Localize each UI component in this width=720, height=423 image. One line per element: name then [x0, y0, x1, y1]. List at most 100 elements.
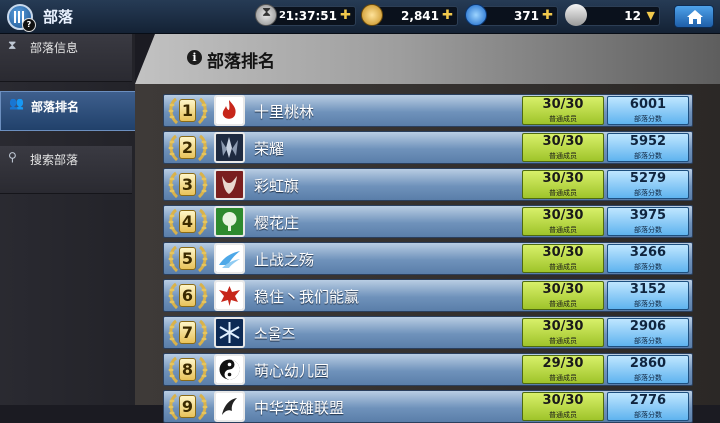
panel-title: 部落排名: [207, 52, 275, 72]
member-count-badge: 30/30 普通成员: [522, 244, 604, 273]
clan-score-badge: 3975 部落分数: [607, 207, 689, 236]
rank-number: 5: [179, 247, 196, 270]
table-row[interactable]: 8 萌心幼儿园 29/30 普通成员 2860 部落分数: [163, 353, 693, 386]
clan-emblem: [214, 95, 245, 126]
table-row[interactable]: 1 十里桃林 30/30 普通成员 6001 部落分数: [163, 94, 693, 127]
table-row[interactable]: 2 荣耀 30/30 普通成员 5952 部落分数: [163, 131, 693, 164]
help-icon[interactable]: ?: [22, 18, 36, 32]
gem-resource[interactable]: 371 ✚: [460, 0, 558, 31]
chevron-down-icon[interactable]: ▼: [647, 9, 655, 22]
rank-number: 1: [179, 99, 196, 122]
tree-icon: [216, 208, 243, 235]
rank-number: 8: [179, 358, 196, 381]
clan-score-badge: 5279 部落分数: [607, 170, 689, 199]
member-count-badge: 30/30 普通成员: [522, 207, 604, 236]
info-icon: i: [187, 50, 202, 65]
table-row[interactable]: 6 稳住丶我们能赢 30/30 普通成员 3152 部落分数: [163, 279, 693, 312]
table-row[interactable]: 7 소울즈 30/30 普通成员 2906 部落分数: [163, 316, 693, 349]
member-count-label: 普通成员: [549, 300, 577, 308]
member-count-label: 普通成员: [549, 263, 577, 271]
clan-emblem: [214, 354, 245, 385]
member-count-badge: 30/30 普通成员: [522, 133, 604, 162]
clan-score-badge: 2776 部落分数: [607, 392, 689, 421]
member-count-badge: 30/30 普通成员: [522, 96, 604, 125]
snowflake-icon: [216, 319, 243, 346]
clan-emblem: [214, 206, 245, 237]
member-count-label: 普通成员: [549, 152, 577, 160]
clan-score: 2776: [629, 393, 667, 408]
search-icon: ⚲: [8, 150, 17, 164]
member-count: 30/30: [542, 97, 584, 112]
clan-emblem: [214, 132, 245, 163]
horned-skull-icon: [216, 171, 243, 198]
table-row[interactable]: 9 中华英雄联盟 30/30 普通成员 2776 部落分数: [163, 390, 693, 423]
group-icon: 👥: [9, 96, 24, 110]
member-count: 30/30: [542, 171, 584, 186]
clan-emblem: [214, 317, 245, 348]
panel-header: i 部落排名: [135, 34, 720, 84]
rank-number: 9: [179, 395, 196, 418]
member-count-label: 普通成员: [549, 337, 577, 345]
clan-name: 止战之殇: [254, 251, 315, 269]
clan-score-label: 部落分数: [634, 263, 662, 271]
clan-score: 3266: [629, 245, 667, 260]
trophy-icon: [565, 4, 587, 26]
gold-plus-button[interactable]: ✚: [442, 8, 453, 23]
clan-score: 2906: [629, 319, 667, 334]
clan-score-label: 部落分数: [634, 115, 662, 123]
rank-number: 3: [179, 173, 196, 196]
rank-number: 2: [179, 136, 196, 159]
timer-plus-button[interactable]: ✚: [340, 8, 351, 23]
member-count-badge: 30/30 普通成员: [522, 318, 604, 347]
clan-name: 稳住丶我们能赢: [254, 288, 360, 306]
table-row[interactable]: 4 樱花庄 30/30 普通成员 3975 部落分数: [163, 205, 693, 238]
clan-score: 3975: [629, 208, 667, 223]
eagle-icon: [216, 282, 243, 309]
page-title: 部落: [43, 8, 74, 26]
clan-emblem: [214, 391, 245, 422]
trophy-resource[interactable]: 12 ▼: [565, 4, 660, 26]
clan-emblem: [214, 280, 245, 311]
home-button[interactable]: [674, 5, 714, 28]
member-count: 30/30: [542, 393, 584, 408]
clan-score: 2860: [629, 356, 667, 371]
clan-icon[interactable]: ?: [7, 4, 36, 32]
rank-badge: 9: [166, 392, 210, 421]
member-count: 29/30: [542, 356, 584, 371]
sidebar-item-clan-info[interactable]: ⧗ 部落信息: [0, 34, 132, 82]
clan-score-badge: 5952 部落分数: [607, 133, 689, 162]
timer-resource[interactable]: ⧗ 2 1:37:51 ✚: [255, 4, 356, 26]
clan-score-label: 部落分数: [634, 152, 662, 160]
yin-yang-icon: [216, 356, 243, 383]
rank-badge: 2: [166, 133, 210, 162]
trophy-value: 12: [624, 9, 641, 23]
clan-score-label: 部落分数: [634, 300, 662, 308]
gold-resource[interactable]: 2,841 ✚: [361, 4, 458, 26]
sidebar-item-search-clan[interactable]: ⚲ 搜索部落: [0, 146, 132, 194]
gem-icon: [460, 0, 492, 31]
clan-score-label: 部落分数: [634, 189, 662, 197]
gem-plus-button[interactable]: ✚: [542, 8, 553, 23]
hourglass-icon: ⧗: [255, 4, 277, 26]
clan-score-badge: 6001 部落分数: [607, 96, 689, 125]
rank-badge: 7: [166, 318, 210, 347]
rank-badge: 4: [166, 207, 210, 236]
sidebar-item-label: 部落排名: [31, 100, 80, 114]
rank-number: 6: [179, 284, 196, 307]
rank-badge: 5: [166, 244, 210, 273]
clan-name: 소울즈: [254, 325, 296, 343]
member-count-label: 普通成员: [549, 226, 577, 234]
clan-emblem: [214, 243, 245, 274]
rank-number: 7: [179, 321, 196, 344]
clan-score-label: 部落分数: [634, 411, 662, 419]
table-row[interactable]: 3 彩虹旗 30/30 普通成员 5279 部落分数: [163, 168, 693, 201]
table-row[interactable]: 5 止战之殇 30/30 普通成员 3266 部落分数: [163, 242, 693, 275]
rank-badge: 1: [166, 96, 210, 125]
member-count: 30/30: [542, 319, 584, 334]
clan-score-badge: 3152 部落分数: [607, 281, 689, 310]
rank-number: 4: [179, 210, 196, 233]
sidebar-item-label: 搜索部落: [30, 153, 79, 167]
member-count-label: 普通成员: [549, 374, 577, 382]
clan-score: 3152: [629, 282, 667, 297]
sidebar-item-clan-ranking[interactable]: 👥 部落排名: [0, 91, 152, 131]
